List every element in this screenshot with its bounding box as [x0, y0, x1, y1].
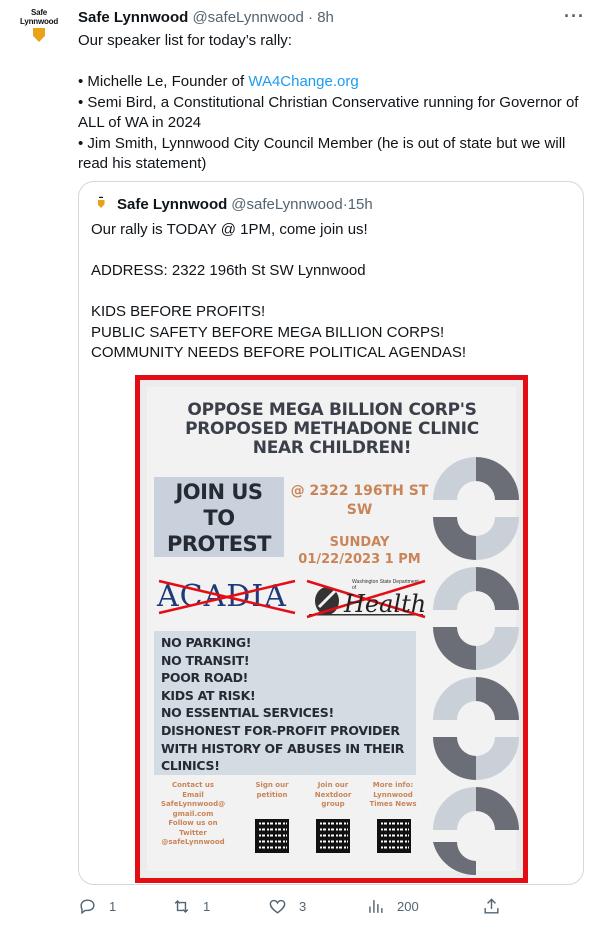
quoted-line: PUBLIC SAFETY BEFORE MEGA BILLION CORPS!	[91, 323, 445, 341]
flyer-date: SUNDAY 01/22/2023 1 PM	[287, 534, 432, 568]
views-button[interactable]: 200	[366, 897, 419, 916]
more-info-line: Times News	[369, 800, 417, 808]
quoted-avatar-mark: ▬	[99, 194, 103, 199]
concern-item: POOR ROAD!	[161, 670, 249, 686]
petition-label: Sign our petition	[247, 781, 297, 800]
tweet-line: • Semi Bird, a Constitutional Christian …	[78, 93, 579, 132]
retweet-icon	[174, 899, 189, 914]
contact-line: Twitter	[179, 828, 207, 837]
quoted-line	[91, 282, 571, 303]
avatar-text-lynnwood: Lynnwood	[19, 17, 59, 26]
date-line: 01/22/2023 1 PM	[298, 552, 421, 567]
action-bar: 1 1 3 200	[0, 893, 603, 923]
tweet-timestamp[interactable]: 8h	[317, 9, 334, 26]
nextdoor-label: Join our Nextdoor group	[305, 781, 361, 810]
contact-line: Follow us on	[168, 819, 218, 827]
quoted-line	[91, 241, 571, 262]
address-line: SW	[346, 502, 373, 518]
contact-line: gmail.com	[172, 809, 214, 818]
retweet-button[interactable]: 1	[172, 897, 210, 916]
tweet-line	[78, 52, 588, 73]
nextdoor-line: Join our	[317, 781, 349, 789]
tweet-line: • Jim Smith, Lynnwood City Council Membe…	[78, 134, 566, 173]
wa4change-link[interactable]: WA4Change.org	[248, 73, 358, 90]
contact-line: Contact us	[171, 781, 215, 789]
quoted-timestamp: 15h	[347, 195, 373, 213]
address-line: @ 2322 196TH ST	[290, 483, 429, 499]
reply-button[interactable]: 1	[78, 897, 116, 916]
tweet-line: • Michelle Le, Founder of WA4Change.org	[78, 72, 588, 93]
doh-health-text: Health	[344, 590, 427, 618]
reply-count: 1	[109, 899, 117, 914]
join-us-box: JOIN US TO PROTEST	[154, 477, 284, 557]
like-icon	[269, 899, 286, 914]
tweet-line-text: • Michelle Le, Founder of	[78, 73, 249, 90]
quoted-tweet-header: ▬ Safe Lynnwood @safeLynnwood · 15h	[91, 194, 373, 214]
author-name[interactable]: Safe Lynnwood	[78, 9, 188, 26]
retweet-count: 1	[203, 899, 211, 914]
concern-item: CLINICS!	[161, 758, 220, 774]
reply-icon	[80, 899, 95, 915]
join-line: TO	[203, 506, 235, 530]
petition-line: Sign our	[255, 781, 289, 789]
contact-line: SafeLynnwood@	[160, 800, 226, 808]
avatar[interactable]: Safe Lynnwood	[14, 8, 64, 58]
tweet-line: Our speaker list for today’s rally:	[78, 32, 292, 49]
concern-item: NO ESSENTIAL SERVICES!	[161, 705, 334, 721]
concern-item: KIDS AT RISK!	[161, 687, 256, 703]
more-info-line: Lynnwood	[373, 790, 413, 799]
flyer-title-line: PROPOSED METHADONE CLINIC	[185, 419, 479, 439]
like-button[interactable]: 3	[268, 897, 306, 916]
contact-line: @safeLynnwood	[161, 838, 225, 846]
tweet-header: Safe Lynnwood @safeLynnwood · 8h	[78, 9, 334, 26]
qr-code-icon	[255, 819, 289, 853]
concerns-list: NO PARKING! NO TRANSIT! POOR ROAD! KIDS …	[154, 631, 416, 775]
qr-code-icon	[316, 819, 350, 853]
date-line: SUNDAY	[329, 535, 390, 550]
more-horizontal-icon[interactable]: ···	[564, 6, 585, 27]
nextdoor-line: group	[321, 800, 345, 808]
flyer-title-line: OPPOSE MEGA BILLION CORP'S	[187, 400, 477, 420]
shield-icon	[97, 200, 105, 208]
quoted-line: Our rally is TODAY @ 1PM, come join us!	[91, 221, 368, 238]
decorative-shapes	[433, 457, 519, 876]
like-count: 3	[299, 899, 307, 914]
more-info-label: More info: Lynnwood Times News	[365, 781, 421, 810]
concern-item: DISHONEST FOR-PROFIT PROVIDER	[161, 722, 400, 738]
contact-info: Contact us Email SafeLynnwood@ gmail.com…	[155, 781, 231, 848]
concern-item: NO TRANSIT!	[161, 652, 250, 668]
views-count: 200	[397, 899, 419, 914]
shield-icon	[33, 28, 45, 42]
quoted-avatar: ▬	[91, 194, 111, 214]
quoted-author-handle: @safeLynnwood	[231, 195, 343, 213]
avatar-text-safe: Safe	[30, 8, 48, 17]
contact-line: Email	[182, 790, 204, 799]
share-button[interactable]	[482, 897, 501, 916]
separator-dot: ·	[308, 9, 314, 26]
flyer-address: @ 2322 196TH ST SW	[287, 482, 432, 520]
petition-line: petition	[256, 790, 288, 799]
quoted-tweet-text: Our rally is TODAY @ 1PM, come join us! …	[91, 220, 571, 364]
concern-item: NO PARKING!	[161, 635, 252, 650]
tweet-text: Our speaker list for today’s rally: • Mi…	[78, 31, 588, 175]
author-handle[interactable]: @safeLynnwood	[192, 9, 303, 26]
protest-flyer-image[interactable]: OPPOSE MEGA BILLION CORP'S PROPOSED METH…	[135, 375, 528, 883]
quoted-line: COMMUNITY NEEDS BEFORE POLITICAL AGENDAS…	[91, 344, 467, 361]
flyer-background: OPPOSE MEGA BILLION CORP'S PROPOSED METH…	[147, 387, 519, 876]
cross-out-icon	[158, 579, 296, 615]
concern-item: WITH HISTORY OF ABUSES IN THEIR	[161, 740, 405, 756]
qr-code-icon	[377, 819, 411, 853]
join-line: PROTEST	[166, 532, 272, 556]
nextdoor-line: Nextdoor	[314, 790, 352, 799]
quoted-author-name: Safe Lynnwood	[117, 195, 228, 213]
tweet: Safe Lynnwood Safe Lynnwood @safeLynnwoo…	[0, 0, 603, 936]
views-icon	[369, 900, 383, 913]
join-line: JOIN US	[175, 480, 263, 504]
quoted-line: KIDS BEFORE PROFITS!	[91, 303, 266, 320]
quoted-line: ADDRESS: 2322 196th St SW Lynnwood	[91, 262, 366, 279]
quoted-tweet[interactable]: ▬ Safe Lynnwood @safeLynnwood · 15h Our …	[78, 181, 584, 885]
share-icon	[484, 898, 499, 914]
more-info-line: More info:	[372, 781, 414, 789]
